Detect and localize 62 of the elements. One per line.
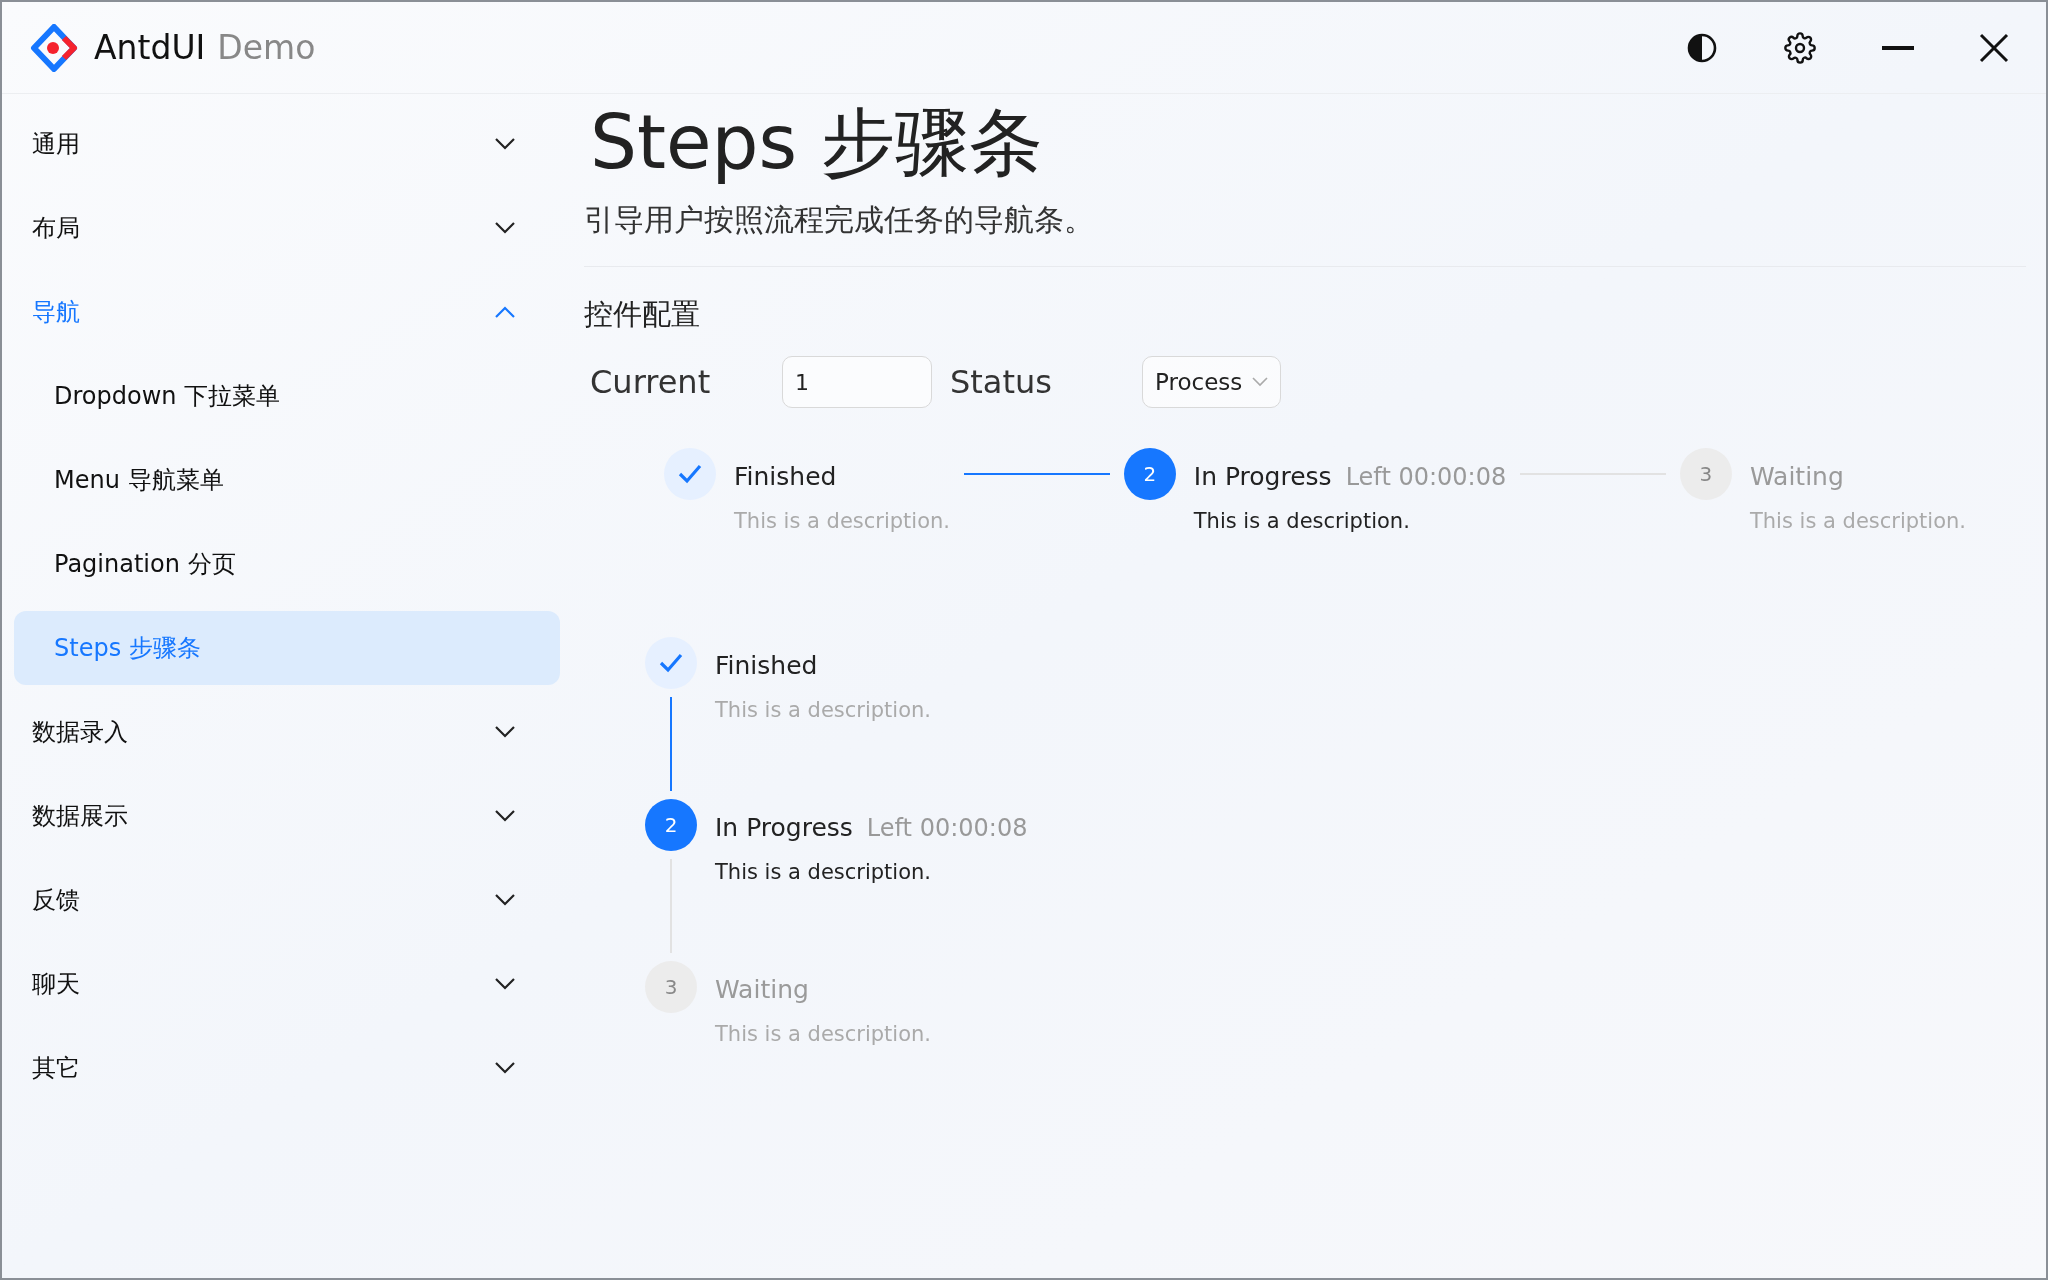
menu-group[interactable]: 数据录入 <box>14 690 560 774</box>
menu-group[interactable]: 布局 <box>14 186 560 270</box>
chevron-down-icon <box>494 809 516 823</box>
menu-group-label: 其它 <box>32 1053 80 1084</box>
status-label: Status <box>950 362 1053 404</box>
chevron-down-icon <box>494 137 516 151</box>
chevron-down-icon <box>494 1061 516 1075</box>
step-title: In Progress <box>1193 461 1332 494</box>
contrast-icon <box>1686 31 1718 64</box>
check-icon <box>658 652 684 675</box>
menu-group[interactable]: 数据展示 <box>14 774 560 858</box>
step-subtitle: Left 00:00:08 <box>866 813 1028 845</box>
menu-item[interactable]: Menu 导航菜单 <box>14 443 560 517</box>
step-icon: 3 <box>645 961 697 1014</box>
step-title: Waiting <box>1749 461 1844 494</box>
menu-group-label: 反馈 <box>32 885 80 916</box>
app-subtitle: Demo <box>217 26 316 69</box>
menu-group-label: 数据展示 <box>32 801 128 832</box>
step-icon: 2 <box>1123 448 1176 501</box>
current-label: Current <box>590 362 712 404</box>
chevron-down-icon <box>494 977 516 991</box>
menu-group-label: 数据录入 <box>32 717 128 748</box>
chevron-up-icon <box>494 305 516 319</box>
chevron-down-icon <box>494 725 516 739</box>
step-title: Waiting <box>715 974 809 1007</box>
current-input[interactable]: 1 <box>782 356 932 409</box>
step-description: This is a description. <box>734 507 951 535</box>
settings-icon <box>1784 31 1816 64</box>
menu-item[interactable]: Pagination 分页 <box>14 527 560 601</box>
step-title: In Progress <box>715 812 853 845</box>
page-description: 引导用户按照流程完成任务的导航条。 <box>584 200 1095 239</box>
chevron-down-icon <box>494 221 516 235</box>
menu-group-label: 布局 <box>32 213 80 244</box>
menu-group-label: 导航 <box>32 297 80 328</box>
step-description: This is a description. <box>1193 507 1411 535</box>
menu-group[interactable]: 通用 <box>14 102 560 186</box>
step-description: This is a description. <box>715 858 933 886</box>
page-title: Steps 步骤条 <box>589 98 1044 187</box>
menu-group-label: 聊天 <box>32 969 80 1000</box>
chevron-down-icon <box>1252 377 1269 388</box>
step-icon: 2 <box>645 799 697 852</box>
check-icon <box>677 463 703 486</box>
step-description: This is a description. <box>1749 507 1966 535</box>
menu-group[interactable]: 聊天 <box>14 942 560 1026</box>
status-select[interactable]: Process <box>1142 356 1282 409</box>
step-icon: 3 <box>1679 448 1732 501</box>
minimize-icon <box>1882 44 1914 51</box>
step-title: Finished <box>715 650 818 683</box>
chevron-down-icon <box>494 893 516 907</box>
step-description: This is a description. <box>715 696 932 724</box>
step-subtitle: Left 00:00:08 <box>1345 462 1507 494</box>
close-icon <box>1979 32 2009 63</box>
section-heading: 控件配置 <box>584 295 701 333</box>
menu-group-label: 通用 <box>32 129 80 160</box>
step-title: Finished <box>734 461 837 494</box>
app-title: AntdUI <box>94 26 206 69</box>
menu-item[interactable]: Dropdown 下拉菜单 <box>14 359 560 433</box>
logo-icon <box>30 23 78 72</box>
step-description: This is a description. <box>715 1020 932 1048</box>
menu-group[interactable]: 反馈 <box>14 858 560 942</box>
menu-group[interactable]: 其它 <box>14 1026 560 1110</box>
menu-group[interactable]: 导航 <box>14 270 560 354</box>
